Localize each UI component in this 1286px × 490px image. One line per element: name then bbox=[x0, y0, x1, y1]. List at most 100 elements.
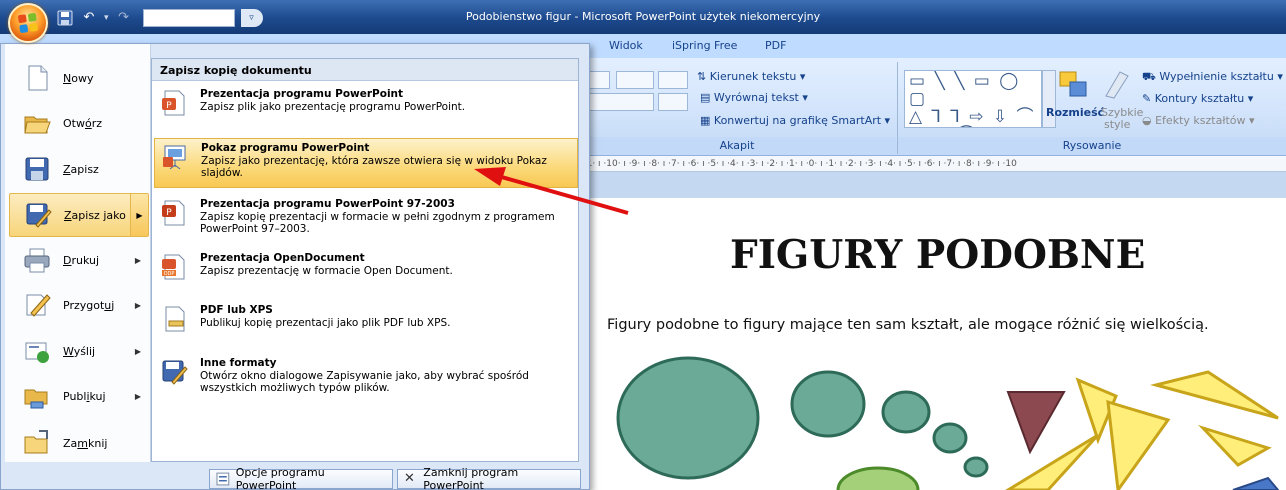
close-icon bbox=[24, 430, 48, 454]
window-title: Podobienstwo figur - Microsoft PowerPoin… bbox=[465, 10, 821, 23]
canvas-background bbox=[578, 172, 1286, 198]
submenu-item-title: Prezentacja programu PowerPoint 97-2003 bbox=[200, 198, 455, 210]
group-label-rysowanie: Rysowanie bbox=[898, 137, 1286, 154]
effects-icon: ◒ bbox=[1142, 114, 1152, 127]
menu-item-publikuj[interactable]: Publikuj ▶ bbox=[9, 374, 149, 418]
align-text-icon: ▤ bbox=[700, 91, 711, 104]
shape-fill-button[interactable]: ⛟ Wypełnienie kształtu ▾ bbox=[1142, 70, 1283, 85]
menu-item-przygotuj[interactable]: Przygotuj ▶ bbox=[9, 283, 149, 327]
menu-item-nowy[interactable]: Nowy bbox=[9, 56, 149, 100]
submenu-item-title: Prezentacja OpenDocument bbox=[200, 252, 365, 264]
submenu-item-title: Inne formaty bbox=[200, 357, 277, 369]
office-menu-commands: Nowy Otwórz Zapisz Zapisz jako ▶ Drukuj … bbox=[5, 44, 151, 462]
submenu-item-desc: Zapisz kopię prezentacji w formacie w pe… bbox=[200, 211, 555, 235]
office-button[interactable] bbox=[8, 3, 48, 43]
save-icon bbox=[25, 157, 49, 181]
submenu-item-title: PDF lub XPS bbox=[200, 304, 273, 316]
quick-styles-icon bbox=[1102, 66, 1136, 102]
submenu-item-title: Pokaz programu PowerPoint bbox=[201, 142, 370, 154]
office-menu-footer: Opcje programu PowerPoint ✕ Zamknij prog… bbox=[1, 466, 589, 490]
submenu-item-odp[interactable]: ODP Prezentacja OpenDocument Zapisz prez… bbox=[154, 249, 578, 289]
convert-smartart-button[interactable]: ▦ Konwertuj na grafikę SmartArt ▾ bbox=[700, 114, 890, 127]
submenu-item-pptx[interactable]: P Prezentacja programu PowerPoint Zapisz… bbox=[154, 85, 578, 125]
menu-item-label: Zamknij bbox=[63, 436, 108, 450]
shapes-row: △ ⅂ ⅂ ⇨ ⇩ ⌒ bbox=[909, 107, 1036, 127]
menu-item-zapisz[interactable]: Zapisz bbox=[9, 147, 149, 191]
options-icon bbox=[216, 472, 230, 486]
arrange-icon bbox=[1056, 68, 1096, 108]
submenu-item-desc: Zapisz jako prezentację, która zawsze ot… bbox=[201, 155, 547, 179]
menu-item-zapisz-jako[interactable]: Zapisz jako ▶ bbox=[9, 193, 149, 237]
tab-widok[interactable]: Widok bbox=[609, 39, 643, 52]
shape-outline-button[interactable]: ✎ Kontury kształtu ▾ bbox=[1142, 92, 1253, 105]
circle-shape bbox=[932, 422, 968, 454]
green-shape bbox=[836, 466, 920, 490]
tab-pdf[interactable]: PDF bbox=[765, 39, 786, 52]
columns-button[interactable] bbox=[658, 93, 688, 111]
text-direction-button[interactable]: ⇅ Kierunek tekstu ▾ bbox=[697, 70, 805, 83]
publish-icon bbox=[24, 389, 48, 409]
group-label-akapit: Akapit bbox=[578, 137, 896, 154]
menu-item-label: Wyślij bbox=[63, 344, 96, 358]
exit-powerpoint-button[interactable]: ✕ Zamknij program PowerPoint bbox=[397, 466, 581, 490]
triangle-shape bbox=[1006, 391, 1066, 455]
shapes-row: ▭ ╲ ╲ ▭ ◯ ▢ bbox=[909, 71, 1021, 109]
submenu-item-desc: Otwórz okno dialogowe Zapisywanie jako, … bbox=[200, 370, 529, 394]
menu-item-label: Przygotuj bbox=[63, 298, 115, 312]
svg-text:P: P bbox=[166, 208, 172, 218]
menu-item-wyslij[interactable]: Wyślij ▶ bbox=[9, 329, 149, 373]
prepare-icon bbox=[26, 294, 51, 317]
submenu-arrow-icon: ▶ bbox=[130, 194, 148, 236]
submenu-item-ppt97[interactable]: P Prezentacja programu PowerPoint 97-200… bbox=[154, 195, 578, 245]
submenu-item-other-formats[interactable]: Inne formaty Otwórz okno dialogowe Zapis… bbox=[154, 354, 578, 404]
submenu-arrow-icon: ▶ bbox=[134, 346, 141, 356]
submenu-arrow-icon: ▶ bbox=[134, 391, 141, 401]
menu-item-label: Publikuj bbox=[63, 389, 106, 403]
decrease-indent-button[interactable] bbox=[588, 71, 610, 89]
smartart-icon: ▦ bbox=[700, 114, 711, 127]
submenu-item-pdf[interactable]: PDF lub XPS Publikuj kopię prezentacji j… bbox=[154, 301, 578, 341]
send-icon bbox=[25, 342, 49, 363]
menu-item-zamknij[interactable]: Zamknij bbox=[9, 421, 149, 465]
menu-item-otworz[interactable]: Otwórz bbox=[9, 101, 149, 145]
menu-item-label: Otwórz bbox=[63, 116, 102, 130]
powerpoint-options-button[interactable]: Opcje programu PowerPoint bbox=[209, 466, 393, 490]
triangle-shape bbox=[1232, 476, 1280, 490]
quick-styles-label-2: style bbox=[1104, 118, 1131, 131]
shapes-gallery[interactable]: ▭ ╲ ╲ ▭ ◯ ▢ △ ⅂ ⅂ ⇨ ⇩ ⌒ ☈ ◠ ⌒ { } ☆ bbox=[904, 70, 1042, 128]
new-document-icon bbox=[28, 65, 48, 91]
arrange-button[interactable]: Rozmieść bbox=[1046, 106, 1104, 119]
align-buttons[interactable] bbox=[588, 93, 654, 111]
shape-effects-button[interactable]: ◒ Efekty kształtów ▾ bbox=[1142, 114, 1255, 127]
submenu-title: Zapisz kopię dokumentu bbox=[152, 59, 578, 81]
slide-title[interactable]: FIGURY PODOBNE bbox=[730, 232, 1145, 278]
text-direction-icon: ⇅ bbox=[697, 70, 707, 83]
tab-ispring[interactable]: iSpring Free bbox=[672, 39, 737, 52]
save-as-other-icon bbox=[162, 360, 188, 385]
circle-shape bbox=[616, 356, 760, 480]
indent-buttons[interactable] bbox=[616, 71, 654, 89]
align-text-button[interactable]: ▤ Wyrównaj tekst ▾ bbox=[700, 91, 808, 104]
slide-text[interactable]: Figury podobne to figury mające ten sam … bbox=[607, 317, 1209, 333]
triangle-shape bbox=[1197, 424, 1272, 467]
horizontal-ruler: ·11· ı ·10· ı ·9· ı ·8· ı ·7· ı ·6· ı ·5… bbox=[578, 156, 1286, 172]
menu-item-label: Zapisz bbox=[63, 162, 99, 176]
shapes-gallery-scroll[interactable] bbox=[1042, 70, 1056, 128]
line-spacing-button[interactable] bbox=[658, 71, 688, 89]
submenu-item-ppsx[interactable]: Pokaz programu PowerPoint Zapisz jako pr… bbox=[154, 138, 578, 188]
triangle-shape bbox=[1005, 433, 1100, 490]
pdf-xps-icon bbox=[165, 306, 185, 332]
submenu-item-title: Prezentacja programu PowerPoint bbox=[200, 88, 404, 100]
print-icon bbox=[24, 248, 50, 273]
slide-shapes bbox=[616, 356, 1280, 490]
svg-text:ODP: ODP bbox=[164, 271, 175, 277]
svg-text:P: P bbox=[166, 101, 172, 111]
office-logo-icon bbox=[17, 12, 39, 34]
submenu-arrow-icon: ▶ bbox=[134, 300, 141, 310]
menu-item-drukuj[interactable]: Drukuj ▶ bbox=[9, 238, 149, 282]
circle-shape bbox=[881, 390, 931, 434]
triangle-shape bbox=[1150, 370, 1279, 420]
submenu-item-desc: Zapisz prezentację w formacie Open Docum… bbox=[200, 265, 453, 277]
submenu-item-desc: Publikuj kopię prezentacji jako plik PDF… bbox=[200, 317, 451, 329]
triangle-shape bbox=[1106, 399, 1171, 490]
